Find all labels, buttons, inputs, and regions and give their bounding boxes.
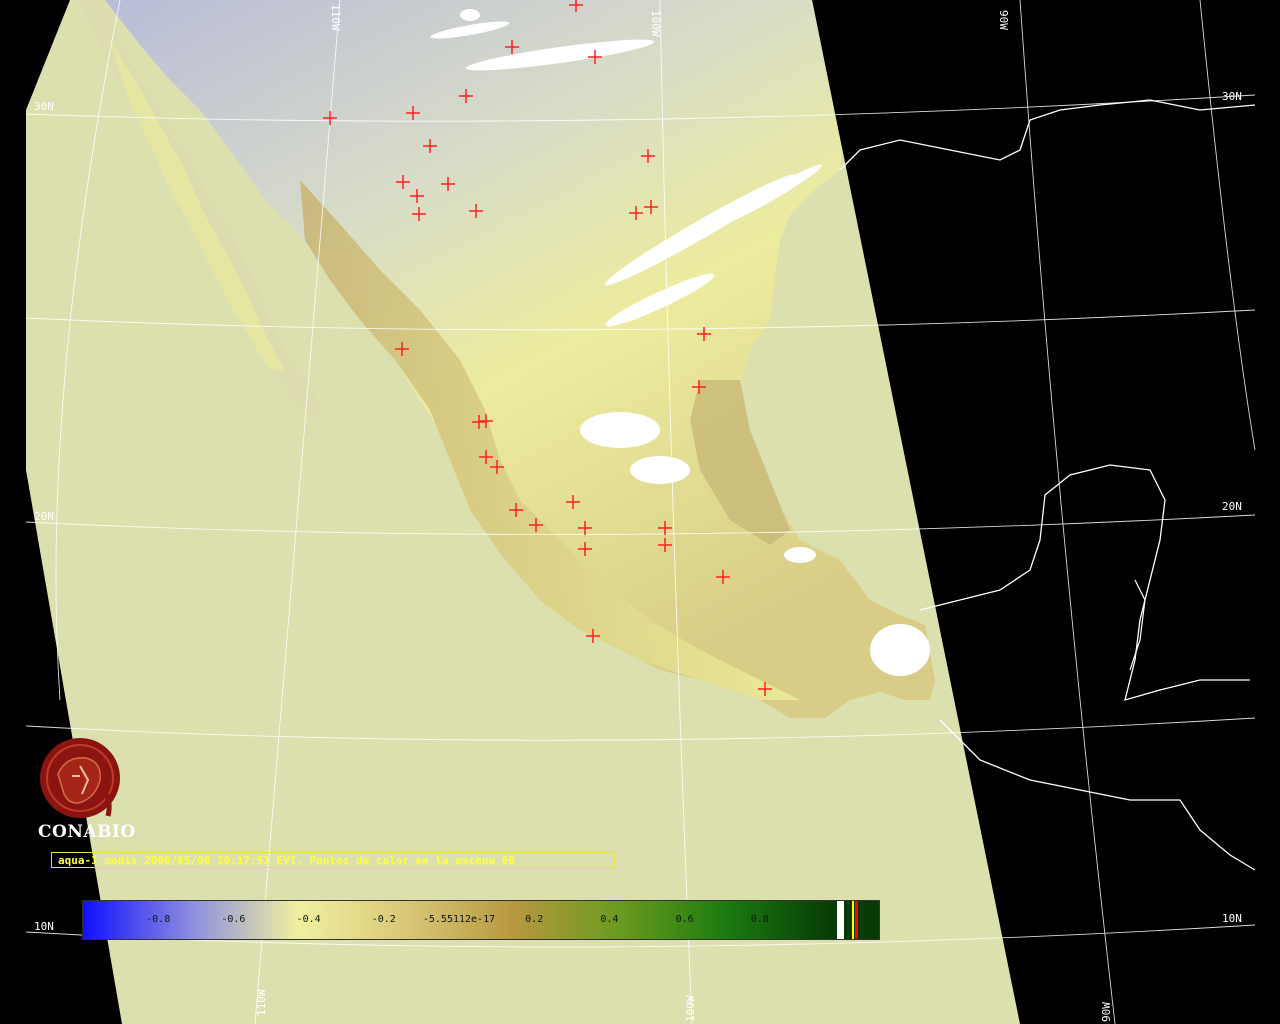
- colorbar-tail-yellow: [852, 901, 854, 939]
- evi-colorbar: -0.8 -0.6 -0.4 -0.2 -5.55112e-17 0.2 0.4 0.6 0.8: [82, 900, 880, 940]
- colorbar-tick-label: 0.2: [525, 914, 544, 925]
- lat-label-20n: 20N: [34, 510, 54, 523]
- colorbar-tail: [835, 901, 879, 939]
- lat-label-10n-east: 10N: [1222, 912, 1242, 925]
- lon-label-90w-top: 90W: [997, 10, 1010, 30]
- lon-label-110w-top: 110W: [329, 4, 342, 31]
- colorbar-tick-label: 0.4: [600, 914, 619, 925]
- lon-label-100w-top: 100W: [649, 10, 662, 37]
- lat-label-10n: 10N: [34, 920, 54, 933]
- us-gulf-coast: [839, 99, 1256, 171]
- lon-label-90w-bottom: 90W: [1100, 1002, 1113, 1022]
- lon-label-110w-bottom: 110W: [255, 989, 268, 1017]
- satellite-map: [25, 0, 1256, 1024]
- lat-label-30n: 30N: [34, 100, 54, 113]
- conabio-logo-text: CONABIO: [38, 822, 136, 842]
- scene-caption: aqua-1 modis 2008/05/08 20:17:51 EVI. Pu…: [51, 852, 615, 868]
- yucatan-coastline: [919, 464, 1250, 701]
- central-america-coast: [939, 719, 1256, 871]
- colorbar-tick-label: -0.6: [221, 914, 246, 925]
- colorbar-tick-label: 0.8: [750, 914, 769, 925]
- lat-label-20n-east: 20N: [1222, 500, 1242, 513]
- colorbar-tail-red: [855, 901, 858, 939]
- colorbar-tick-label: -0.2: [371, 914, 396, 925]
- colorbar-tick-label: -0.4: [296, 914, 321, 925]
- colorbar-tick-label: -0.8: [146, 914, 171, 925]
- colorbar-tick-label: -5.55112e-17: [422, 914, 496, 925]
- cuba-coast: [1129, 579, 1146, 671]
- lon-label-100w-bottom: 100W: [684, 995, 697, 1023]
- colorbar-tick-label: 0.6: [675, 914, 694, 925]
- lat-label-30n-east: 30N: [1222, 90, 1242, 103]
- colorbar-tail-white: [837, 901, 844, 939]
